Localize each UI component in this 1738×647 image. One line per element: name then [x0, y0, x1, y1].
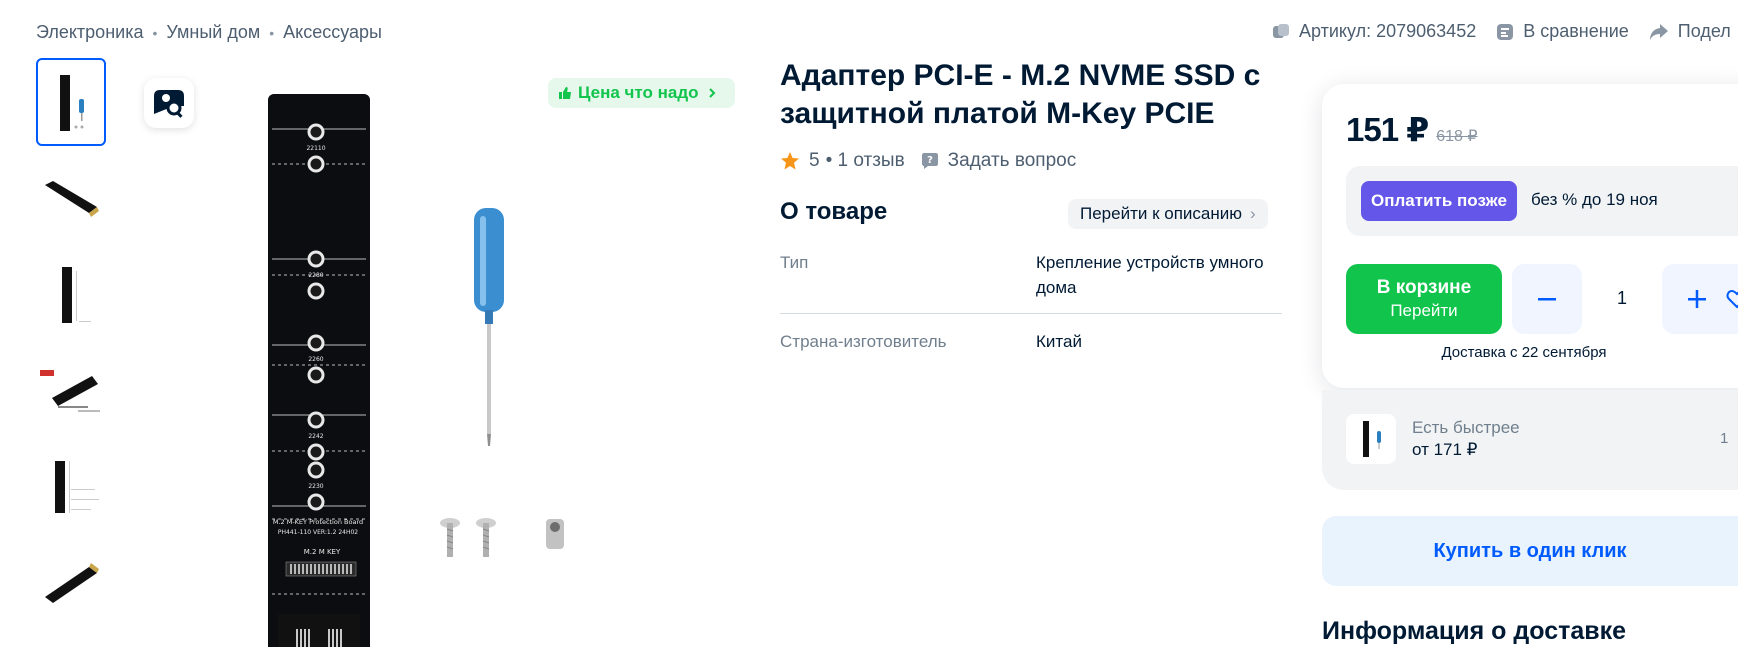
board-size-22110: 22110 — [306, 145, 325, 152]
image-search-icon — [154, 90, 184, 118]
product-thumbnail-image — [62, 267, 91, 323]
delivery-date: Доставка с 22 сентября — [1441, 344, 1607, 361]
thumbnail-2[interactable] — [36, 154, 106, 242]
heart-icon — [1726, 289, 1738, 309]
plus-icon — [1688, 290, 1706, 308]
pay-later-button[interactable]: Оплатить позже — [1361, 181, 1517, 221]
board-print-title: M.2 M-KEY Protection Board — [273, 518, 363, 526]
compare-button[interactable]: В сравнение — [1496, 21, 1629, 42]
board-size-2230: 2230 — [308, 483, 323, 490]
product-title: Адаптер PCI-E - M.2 NVME SSD с защитной … — [780, 59, 1261, 130]
about-heading: О товаре — [780, 198, 888, 225]
screwdriver-image — [474, 208, 504, 446]
thumbnail-list — [36, 58, 106, 634]
thumbnail-1[interactable] — [36, 58, 106, 146]
pay-later-text: без % до 19 ноя — [1531, 190, 1658, 209]
spec-value: Китай — [1036, 332, 1082, 351]
main-product-image[interactable]: Цена что надо 22110 2280 2260 2242 2230 … — [130, 58, 740, 647]
faster-option[interactable]: Есть быстрее от 171 ₽ 1 — [1322, 390, 1738, 490]
current-price: 151 ₽ — [1346, 111, 1429, 148]
svg-text:?: ? — [927, 155, 933, 166]
delivery-info-heading: Информация о доставке — [1322, 617, 1627, 645]
product-thumbnail-image — [55, 461, 99, 513]
old-price: 618 ₽ — [1436, 128, 1478, 145]
buy-card: 151 ₽ 618 ₽ Оплатить позже без % до 19 н… — [1322, 84, 1738, 388]
chevron-right-icon — [708, 88, 715, 98]
spec-value: Крепление устройств умного дома — [1036, 253, 1264, 297]
thumbnail-4[interactable] — [36, 346, 106, 434]
go-to-description-button[interactable]: Перейти к описанию › — [1068, 199, 1268, 229]
chevron-right-icon: › — [1250, 204, 1256, 223]
in-cart-sublabel: Перейти — [1390, 301, 1458, 320]
in-cart-button[interactable]: В корзине Перейти — [1346, 264, 1502, 334]
rating-value[interactable]: 5 — [809, 150, 820, 172]
article-label: Артикул: 2079063452 — [1299, 21, 1477, 41]
article-number[interactable]: Артикул: 2079063452 — [1272, 21, 1476, 42]
compare-label: В сравнение — [1523, 21, 1629, 41]
screws-image — [440, 518, 564, 557]
top-actions: Артикул: 2079063452 В сравнение Подел — [1272, 21, 1738, 42]
spec-row-country: Страна-изготовитель Китай — [780, 329, 1282, 354]
faster-price: от 171 ₽ — [1412, 440, 1478, 459]
in-cart-label: В корзине — [1376, 277, 1472, 298]
compare-icon — [1497, 23, 1514, 40]
buy-one-click-button[interactable]: Купить в один клик — [1322, 516, 1738, 586]
spec-row-type: Тип Крепление устройств умного дома — [780, 250, 1282, 300]
product-page: Электроника • Умный дом • Аксессуары Арт… — [0, 0, 1738, 647]
share-icon — [1649, 23, 1668, 40]
breadcrumb-separator: • — [269, 24, 275, 41]
decrease-quantity-button[interactable] — [1512, 264, 1582, 334]
ask-question-label: Задать вопрос — [947, 150, 1077, 171]
reviews-link[interactable]: • 1 отзыв — [826, 150, 905, 172]
spec-divider — [780, 313, 1282, 314]
product-thumbnail-image — [45, 563, 99, 603]
favorite-button[interactable] — [1712, 264, 1738, 334]
share-button[interactable]: Подел — [1649, 21, 1731, 42]
quantity-value: 1 — [1616, 288, 1627, 308]
adapter-board-image: 22110 2280 2260 2242 2230 M.2 M-KEY Prot… — [268, 94, 370, 647]
board-size-2242: 2242 — [308, 433, 323, 440]
thumbnail-3[interactable] — [36, 250, 106, 338]
go-to-description-label: Перейти к описанию — [1080, 204, 1242, 223]
product-thumbnail-image — [45, 181, 99, 217]
price-promo-badge[interactable]: Цена что надо — [548, 78, 735, 108]
share-label: Подел — [1677, 21, 1731, 41]
adapter-board-illustration: 22110 2280 2260 2242 2230 M.2 M-KEY Prot… — [272, 123, 366, 647]
board-print-key: M.2 M KEY — [304, 548, 341, 556]
pay-later-block: Оплатить позже без % до 19 ноя — [1346, 166, 1738, 236]
breadcrumb-accessories[interactable]: Аксессуары — [283, 22, 382, 43]
product-thumbnail-image — [60, 75, 84, 131]
spec-key: Страна-изготовитель — [780, 332, 947, 351]
minus-icon — [1538, 298, 1556, 301]
thumbs-up-icon — [559, 87, 571, 99]
faster-extra: 1 — [1720, 430, 1729, 447]
faster-product-thumbnail — [1346, 414, 1396, 464]
star-icon — [781, 152, 799, 170]
breadcrumb-separator: • — [152, 24, 158, 41]
promo-label: Цена что надо — [578, 83, 699, 102]
board-size-2260: 2260 — [308, 356, 323, 363]
copy-icon — [1273, 23, 1289, 38]
rating-block: 5 • 1 отзыв ? Задать вопрос — [780, 150, 1076, 172]
thumbnail-5[interactable] — [36, 442, 106, 530]
question-icon: ? — [921, 153, 938, 169]
board-print-version: PH441-110 VER:1.2 24H02 — [278, 529, 358, 536]
breadcrumb-electronics[interactable]: Электроника — [36, 22, 143, 43]
thumbnail-6[interactable] — [36, 538, 106, 626]
image-search-button[interactable] — [144, 78, 194, 128]
faster-label: Есть быстрее — [1412, 418, 1520, 437]
spec-key: Тип — [780, 253, 809, 272]
product-thumbnail-image — [40, 370, 100, 412]
board-size-2280: 2280 — [308, 272, 323, 279]
breadcrumb: Электроника • Умный дом • Аксессуары — [36, 22, 382, 43]
ask-question-button[interactable]: ? Задать вопрос — [921, 150, 1077, 172]
price-block: 151 ₽ 618 ₽ — [1346, 110, 1478, 149]
breadcrumb-smart-home[interactable]: Умный дом — [166, 22, 260, 43]
